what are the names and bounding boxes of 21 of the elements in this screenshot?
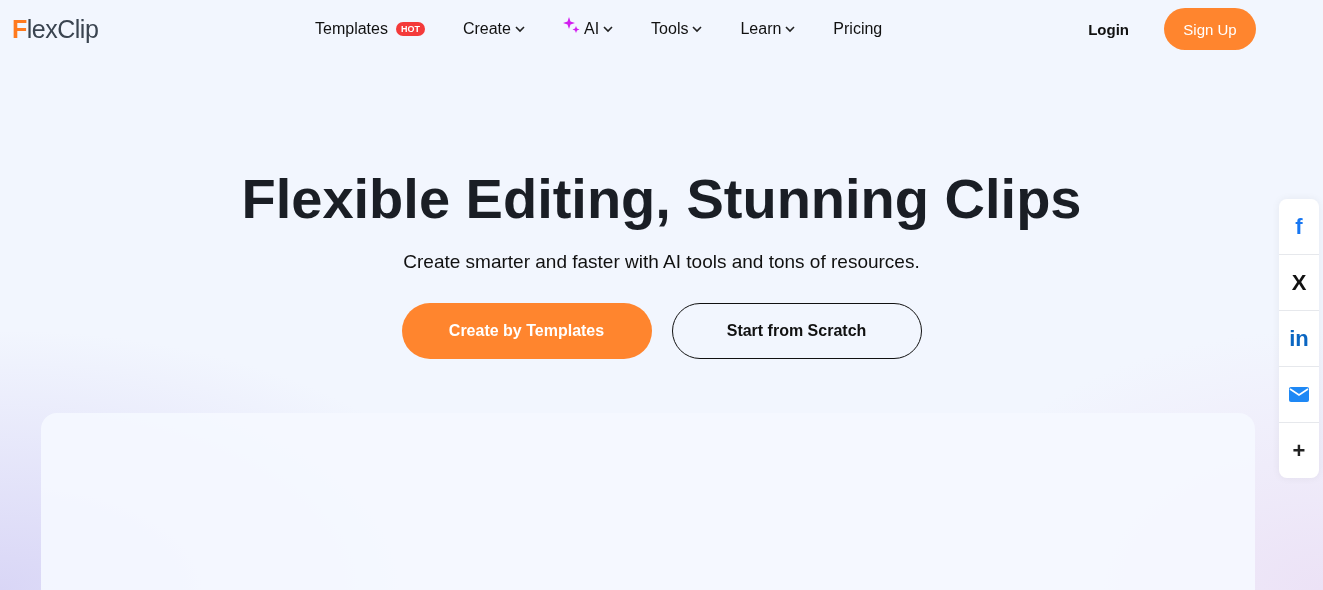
share-link[interactable]: + (1292, 437, 1306, 464)
nav-link[interactable]: Tools (651, 20, 703, 38)
nav-link[interactable]: Create (462, 20, 525, 38)
share-link[interactable]: f (1295, 213, 1303, 240)
nav-link[interactable]: Pricing (833, 20, 883, 38)
chevron-down-icon (603, 25, 614, 33)
nav-link[interactable]: AI (562, 16, 614, 42)
hero-subtitle: Create smarter and faster with AI tools and tons of resources. (403, 251, 920, 273)
nav-link[interactable]: Templates HOT (315, 20, 425, 38)
chevron-down-icon (692, 25, 703, 33)
share-link[interactable]: in (1289, 325, 1309, 352)
hot-badge: HOT (395, 22, 425, 36)
share-link[interactable]: X (1291, 269, 1307, 296)
logo[interactable]: FlexClip (12, 14, 302, 44)
chevron-down-icon (785, 25, 796, 33)
login-link[interactable]: Login (1088, 20, 1129, 38)
chevron-down-icon (514, 25, 525, 33)
nav-link[interactable]: Learn (740, 20, 796, 38)
sparkle-icon (562, 16, 580, 34)
hero-title: Flexible Editing, Stunning Clips (241, 166, 1082, 231)
mail-icon[interactable] (1289, 387, 1309, 402)
